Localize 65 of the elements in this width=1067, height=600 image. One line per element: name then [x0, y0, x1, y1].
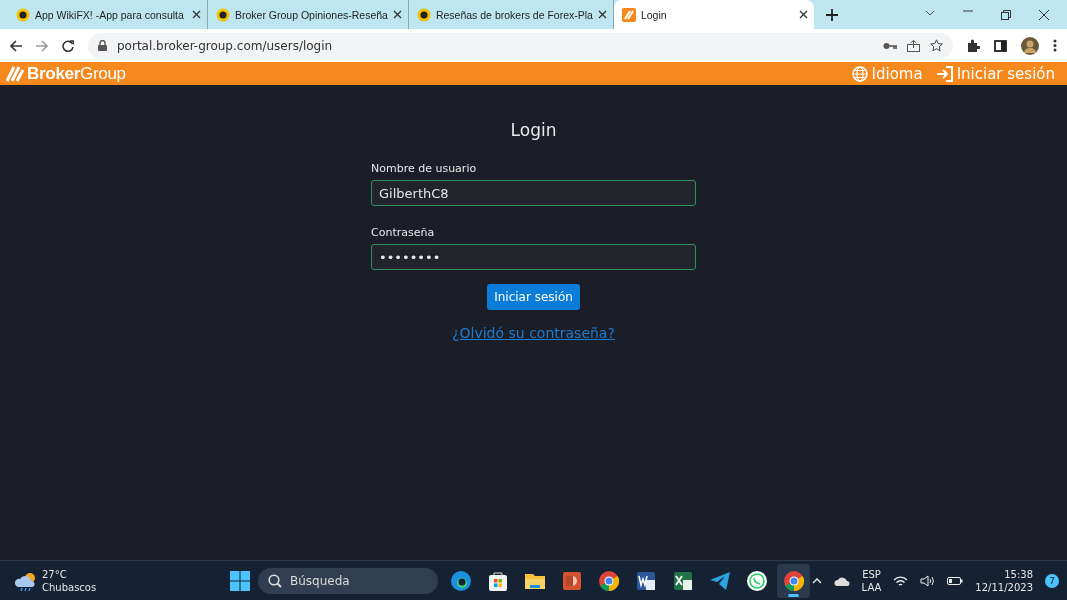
store-bag-icon	[486, 569, 509, 592]
browser-app-icon	[597, 569, 620, 592]
edge-icon	[449, 569, 472, 592]
close-icon[interactable]	[798, 10, 808, 19]
field-label: Contraseña	[371, 226, 436, 239]
close-icon[interactable]	[392, 10, 402, 19]
taskbar-app[interactable]	[777, 563, 810, 598]
tab-title: Reseñas de brokers de Forex-Pla	[435, 8, 593, 21]
chevron-up-icon[interactable]	[811, 577, 822, 584]
tab-title: Login	[640, 8, 668, 21]
forward-arrow-icon[interactable]	[36, 39, 48, 52]
clock-date[interactable]: 12/11/2023	[975, 580, 1033, 594]
globe-icon	[851, 65, 868, 82]
document-app-icon	[634, 569, 657, 592]
field-label: Nombre de usuario	[371, 162, 478, 175]
star-icon[interactable]	[930, 39, 943, 52]
forgot-password-link[interactable]: ¿Olvidó su contraseña?	[452, 325, 615, 341]
browser-tab[interactable]: Login	[613, 0, 814, 29]
speaker-icon[interactable]	[920, 574, 936, 587]
input-field[interactable]: GilberthC8	[371, 180, 696, 206]
browser-app-icon	[782, 569, 805, 592]
battery-icon[interactable]	[947, 575, 964, 586]
paper-plane-icon	[708, 569, 731, 592]
stripes-icon	[621, 7, 636, 22]
avatar-icon[interactable]	[1021, 36, 1039, 55]
temperature-text: 27°C	[42, 567, 68, 581]
back-arrow-icon[interactable]	[10, 39, 22, 52]
weather-text: Chubascos	[42, 580, 97, 594]
search-icon	[268, 573, 282, 588]
puzzle-icon[interactable]	[967, 39, 980, 52]
wifi-icon[interactable]	[893, 574, 909, 587]
coin-icon	[416, 7, 431, 22]
logo-text: BrokerGroup	[27, 63, 126, 84]
notification-badge[interactable]: 7	[1045, 573, 1059, 588]
spreadsheet-app-icon	[671, 569, 694, 592]
chat-bubble-icon	[745, 569, 768, 592]
url-text: portal.broker-group.com/users/login	[117, 38, 334, 53]
slides-app-icon	[560, 569, 583, 592]
restore-icon[interactable]	[1001, 9, 1011, 20]
cloud-icon[interactable]	[833, 575, 850, 586]
language-text: LAA	[861, 580, 882, 594]
windows-start-icon[interactable]	[230, 570, 250, 591]
sign-in-icon	[936, 65, 953, 82]
close-icon[interactable]	[597, 10, 607, 19]
stripes-logo-icon	[6, 65, 24, 82]
close-icon[interactable]	[192, 10, 201, 19]
key-icon[interactable]	[883, 41, 897, 50]
side-panel-icon[interactable]	[994, 39, 1007, 52]
language-text: ESP	[862, 567, 881, 581]
search-field[interactable]: Búsqueda	[258, 567, 438, 594]
address-bar[interactable]: portal.broker-group.com/users/login	[88, 32, 953, 59]
more-vertical-icon[interactable]	[1053, 39, 1057, 52]
clock-time[interactable]: 15:38	[1004, 567, 1033, 581]
tab-title: App WikiFX! -App para consulta	[35, 8, 185, 21]
coin-icon	[216, 7, 230, 22]
reload-icon[interactable]	[62, 39, 74, 52]
coin-icon	[16, 7, 30, 22]
login-button[interactable]: Iniciar sesión	[487, 284, 580, 310]
cloud-rain-icon	[14, 570, 38, 591]
tab-title: Broker Group Opiniones-Reseña	[235, 8, 388, 21]
lock-icon	[98, 40, 107, 51]
input-field[interactable]: ••••••••	[371, 244, 696, 270]
share-icon[interactable]	[907, 39, 920, 52]
page-title: Login	[510, 120, 557, 140]
close-icon[interactable]	[1039, 9, 1049, 20]
